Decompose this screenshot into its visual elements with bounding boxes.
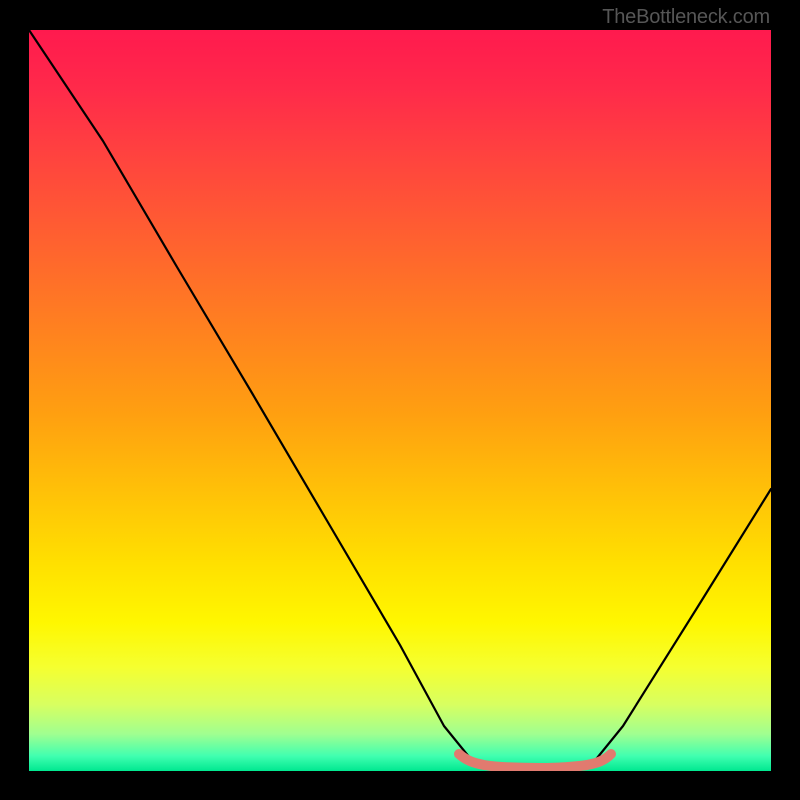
chart-svg (29, 30, 771, 771)
bottleneck-curve (29, 30, 771, 770)
plot-area (29, 30, 771, 771)
attribution-text: TheBottleneck.com (602, 6, 770, 29)
chart-container: TheBottleneck.com (0, 0, 800, 800)
sweet-spot-marker (459, 754, 611, 768)
